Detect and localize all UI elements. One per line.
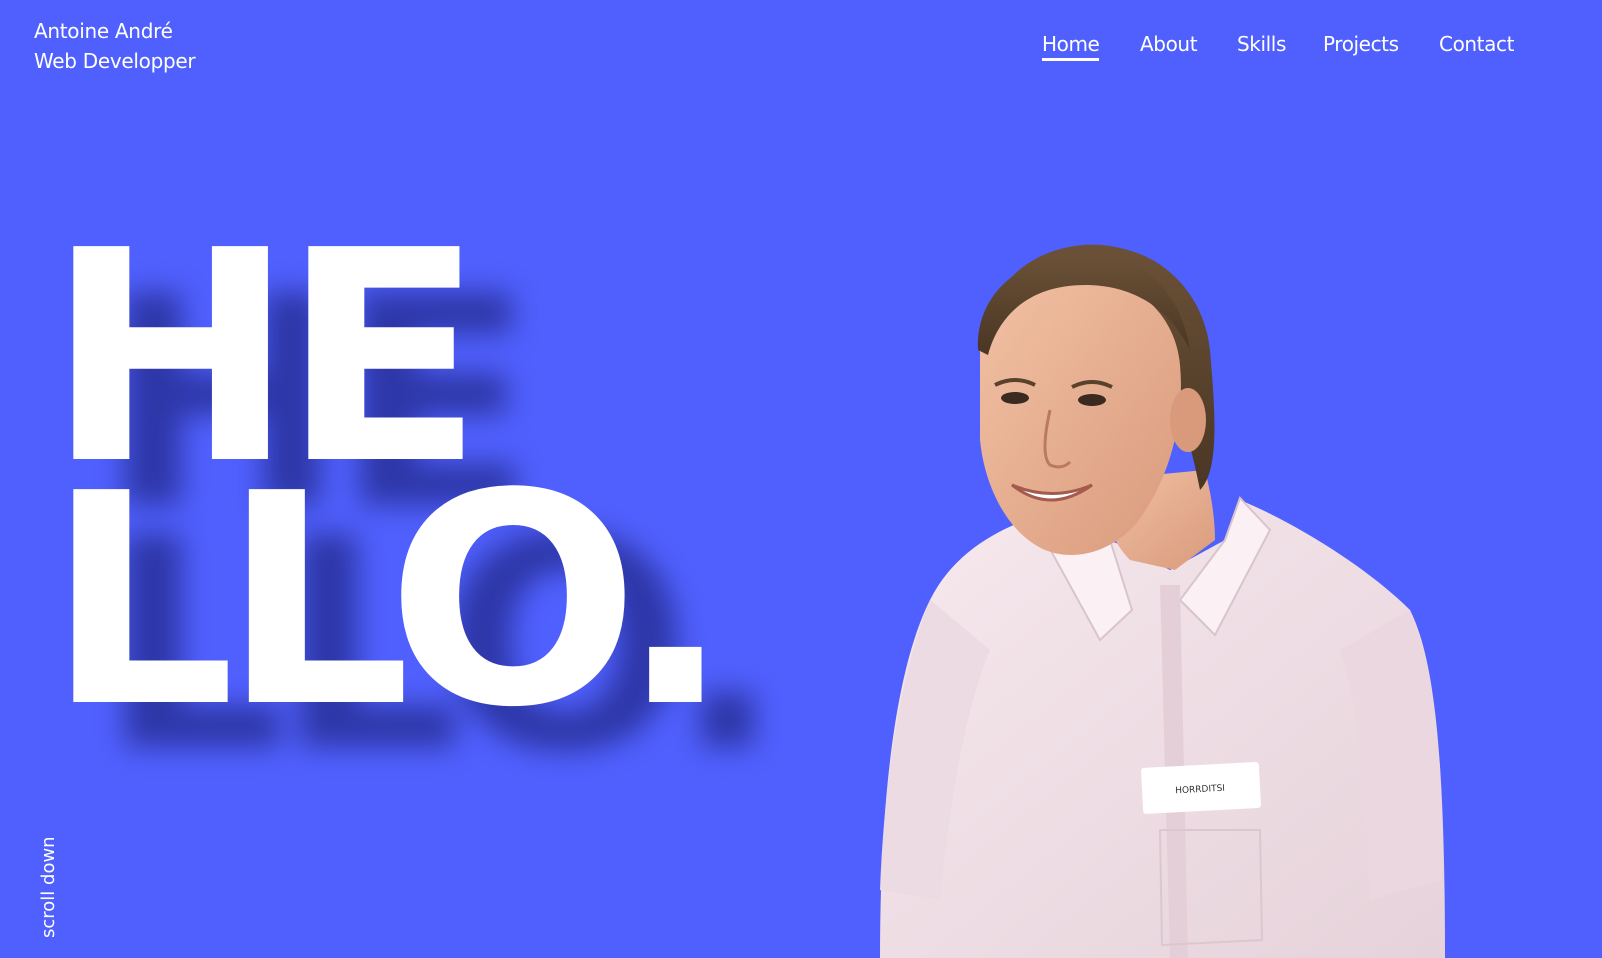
portrait-photo: HORRDITSI: [870, 240, 1470, 958]
nav-skills-link[interactable]: Skills: [1237, 30, 1286, 58]
person-photo-icon: HORRDITSI: [880, 244, 1445, 958]
scroll-down-hint[interactable]: scroll down: [38, 836, 60, 938]
nav-home-link[interactable]: Home: [1042, 30, 1100, 61]
nav-contact-link[interactable]: Contact: [1439, 30, 1514, 58]
nav-about-link[interactable]: About: [1140, 30, 1198, 58]
hero-section: Antoine André Web Developper Home About …: [0, 0, 1602, 958]
nav-projects-link[interactable]: Projects: [1323, 30, 1399, 58]
headline-line-2: LLO.: [46, 431, 732, 771]
main-nav: Home About Skills Projects Contact: [0, 30, 1602, 61]
